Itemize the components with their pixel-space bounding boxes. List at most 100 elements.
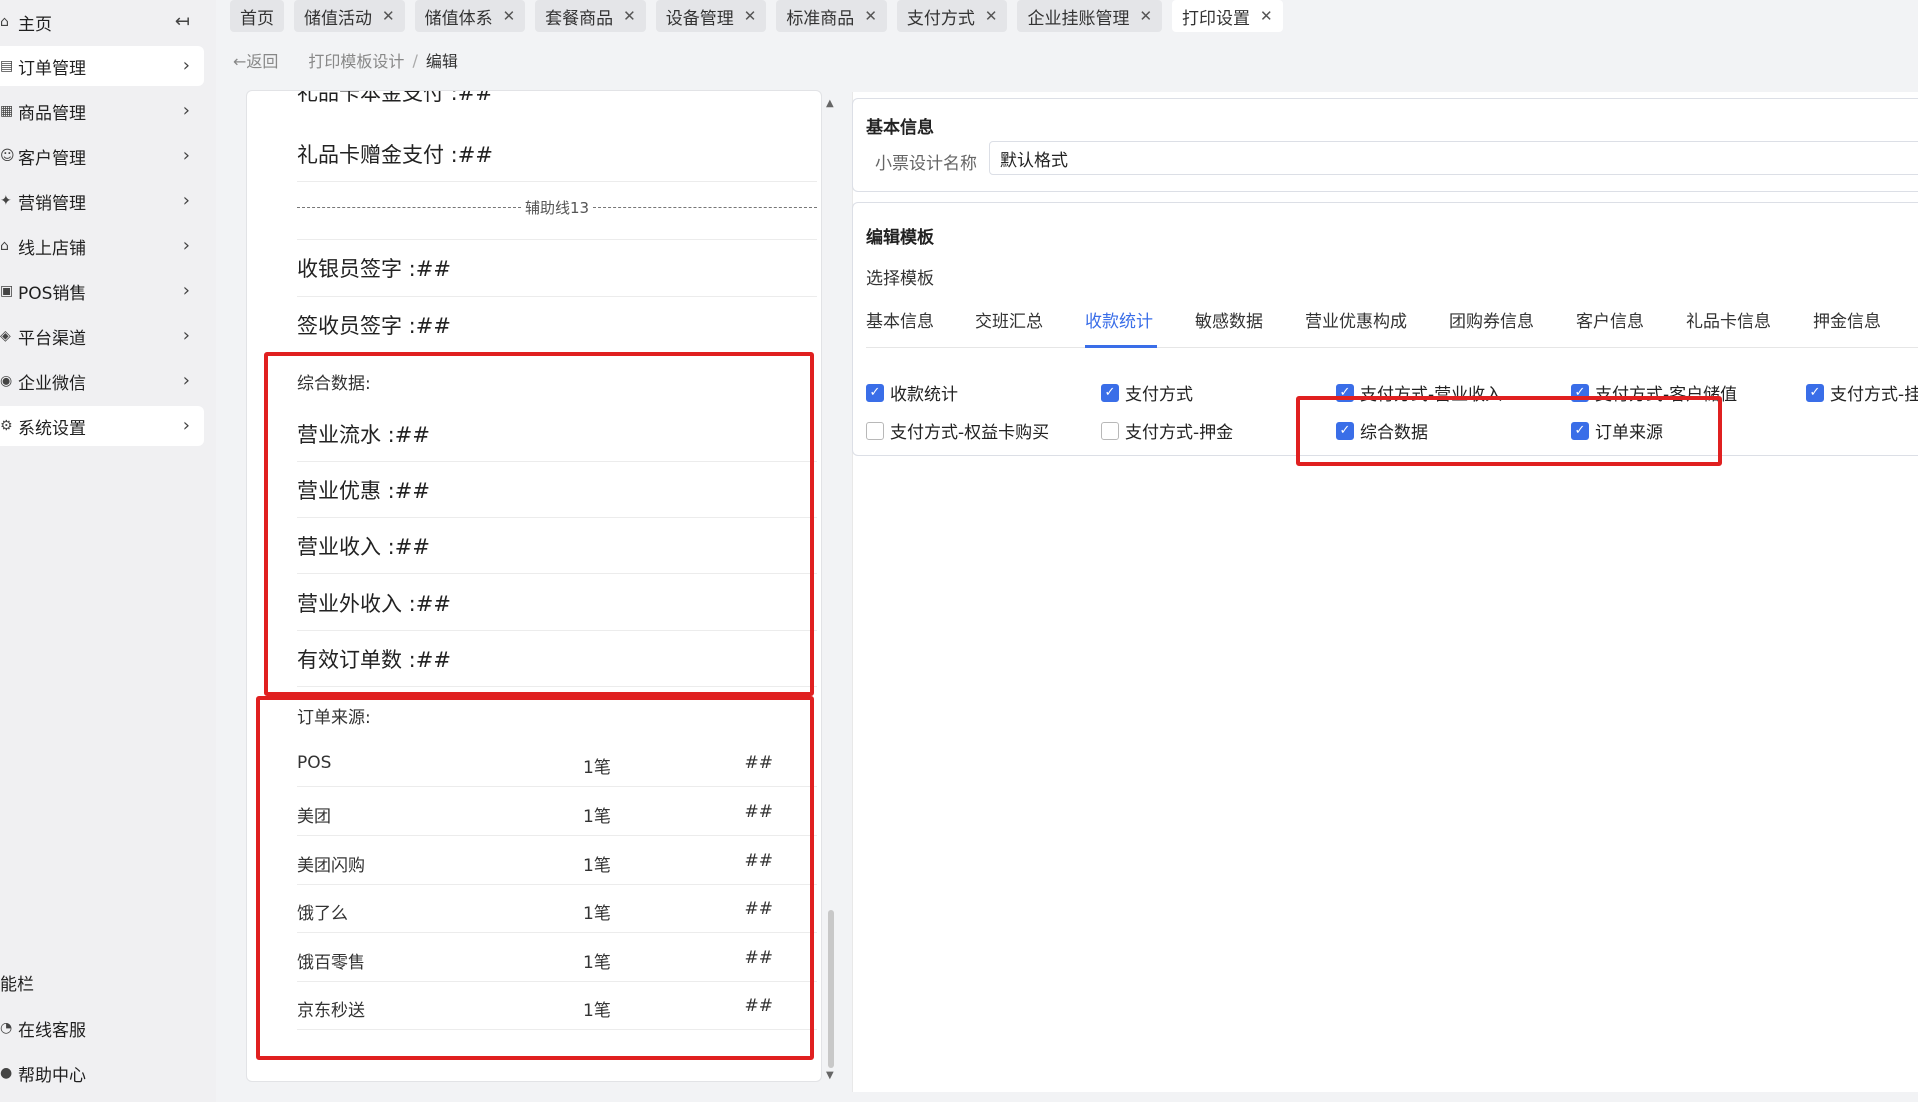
tab-print-settings[interactable]: 打印设置 ✕ xyxy=(1172,0,1283,32)
tab-label: 储值体系 xyxy=(424,8,493,29)
tab-stored-value-system[interactable]: 储值体系 ✕ xyxy=(414,0,526,32)
headset-icon: ◔ xyxy=(0,1020,13,1036)
tabs-divider xyxy=(866,347,1918,348)
sidebar-item-online-service[interactable]: ◔ 在线客服 xyxy=(0,1008,204,1048)
checkbox-payment-method[interactable]: ✓ 支付方式 xyxy=(1101,380,1193,405)
highlight-box-checkboxes xyxy=(1296,396,1722,466)
tab-device-management[interactable]: 设备管理 ✕ xyxy=(655,0,767,32)
template-tab-basic[interactable]: 基本信息 xyxy=(866,307,934,332)
close-icon[interactable]: ✕ xyxy=(864,7,877,25)
tab-label: 储值活动 xyxy=(304,8,372,29)
template-tab-groupon[interactable]: 团购券信息 xyxy=(1449,307,1534,332)
sidebar-item-label: 线上店铺 xyxy=(18,238,86,259)
platform-icon: ◈ xyxy=(0,328,11,344)
close-icon[interactable]: ✕ xyxy=(744,7,757,25)
template-tab-shift[interactable]: 交班汇总 xyxy=(975,307,1043,332)
tab-label: 支付方式 xyxy=(906,8,975,29)
breadcrumb-current: 编辑 xyxy=(425,52,458,71)
sidebar-item-online-store[interactable]: ⌂ 线上店铺 › xyxy=(0,226,204,266)
template-tab-payment-stats[interactable]: 收款统计 xyxy=(1085,307,1153,332)
scroll-down-icon[interactable]: ▼ xyxy=(826,1070,834,1081)
tab-home[interactable]: 首页 xyxy=(230,0,284,32)
receipt-name-input[interactable]: 默认格式 xyxy=(989,141,1918,175)
sidebar-item-orders[interactable]: ▤ 订单管理 › xyxy=(0,46,204,86)
sidebar-item-label: 系统设置 xyxy=(18,418,86,439)
tab-combo-goods[interactable]: 套餐商品 ✕ xyxy=(535,0,646,32)
sidebar-item-label: 在线客服 xyxy=(18,1020,86,1041)
breadcrumb-link[interactable]: 打印模板设计 xyxy=(308,48,404,72)
store-icon: ⌂ xyxy=(0,238,9,254)
divider xyxy=(297,239,817,240)
breadcrumb: ←返回 打印模板设计 / 编辑 xyxy=(233,48,458,72)
checkbox-empty-icon xyxy=(1101,421,1119,440)
preview-scrollbar[interactable]: ▲ ▼ xyxy=(826,98,834,1081)
sidebar-item-help[interactable]: ● 帮助中心 xyxy=(0,1053,204,1093)
sidebar-item-platform[interactable]: ◈ 平台渠道 › xyxy=(0,316,204,356)
close-icon[interactable]: ✕ xyxy=(503,7,516,25)
close-icon[interactable]: ✕ xyxy=(1139,7,1152,25)
checkbox-payment-membership-card[interactable]: 支付方式-权益卡购买 xyxy=(866,418,1049,443)
settings-icon: ⚙ xyxy=(0,418,13,434)
tab-stored-value-activity[interactable]: 储值活动 ✕ xyxy=(294,0,405,32)
template-tab-deposit[interactable]: 押金信息 xyxy=(1813,307,1881,332)
sidebar-item-home[interactable]: ⌂ 主页 ↤ xyxy=(0,2,204,42)
edit-template-title: 编辑模板 xyxy=(866,228,934,248)
tab-label: 首页 xyxy=(240,8,274,29)
tab-label: 套餐商品 xyxy=(545,8,614,29)
check-icon: ✓ xyxy=(1101,383,1119,402)
receipt-line: 收银员签字 :## xyxy=(297,257,451,281)
sidebar-item-customers[interactable]: ☺ 客户管理 › xyxy=(0,136,204,176)
checkbox-empty-icon xyxy=(866,421,884,440)
scrollbar-thumb[interactable] xyxy=(828,910,834,1068)
sidebar-item-goods[interactable]: ▦ 商品管理 › xyxy=(0,91,204,131)
divider xyxy=(297,181,817,182)
sidebar-item-settings[interactable]: ⚙ 系统设置 › xyxy=(0,406,204,446)
template-tab-sensitive[interactable]: 敏感数据 xyxy=(1195,307,1263,332)
sidebar-item-label: 订单管理 xyxy=(18,58,86,79)
scroll-up-icon[interactable]: ▲ xyxy=(826,98,834,109)
home-icon: ⌂ xyxy=(0,14,9,30)
chevron-right-icon: › xyxy=(182,190,190,211)
aux-line: 辅助线13 xyxy=(297,197,817,218)
sidebar-item-pos[interactable]: ▣ POS销售 › xyxy=(0,271,204,311)
close-icon[interactable]: ✕ xyxy=(382,7,395,25)
receipt-line: 签收员签字 :## xyxy=(297,314,451,338)
checkbox-payment-stats[interactable]: ✓ 收款统计 xyxy=(866,380,958,405)
template-tab-discount[interactable]: 营业优惠构成 xyxy=(1305,307,1407,332)
sidebar-item-wecom[interactable]: ◉ 企业微信 › xyxy=(0,361,204,401)
customer-icon: ☺ xyxy=(0,148,15,164)
tab-enterprise-credit[interactable]: 企业挂账管理 ✕ xyxy=(1017,0,1163,32)
collapse-sidebar-icon[interactable]: ↤ xyxy=(175,11,190,32)
checkbox-label: 支付方式-押金 xyxy=(1125,423,1234,443)
sidebar-item-label: 商品管理 xyxy=(18,103,86,124)
tab-payment-methods[interactable]: 支付方式 ✕ xyxy=(896,0,1008,32)
divider xyxy=(297,296,817,297)
active-tab-indicator xyxy=(1085,345,1157,348)
receipt-line: 礼品卡本金支付 :## xyxy=(297,90,493,105)
close-icon[interactable]: ✕ xyxy=(985,7,998,25)
marketing-icon: ✦ xyxy=(0,193,12,209)
tab-label: 设备管理 xyxy=(665,8,734,29)
help-icon: ● xyxy=(0,1065,13,1081)
receipt-line: 礼品卡赠金支付 :## xyxy=(297,143,493,167)
sidebar-item-marketing[interactable]: ✦ 营销管理 › xyxy=(0,181,204,221)
chevron-right-icon: › xyxy=(182,370,190,391)
sidebar: ⌂ 主页 ↤ ▤ 订单管理 › ▦ 商品管理 › ☺ 客户管理 › ✦ 营销管理… xyxy=(0,0,216,1102)
tab-label: 标准商品 xyxy=(786,8,855,29)
check-icon: ✓ xyxy=(1806,383,1824,402)
sidebar-item-label: 客户管理 xyxy=(18,148,86,169)
tab-label: 打印设置 xyxy=(1182,8,1251,29)
chevron-right-icon: › xyxy=(182,55,190,76)
template-tab-customer[interactable]: 客户信息 xyxy=(1576,307,1644,332)
chevron-right-icon: › xyxy=(182,235,190,256)
wecom-icon: ◉ xyxy=(0,373,13,389)
back-button[interactable]: ←返回 xyxy=(233,48,278,72)
checkbox-payment-credit[interactable]: ✓ 支付方式-挂 xyxy=(1806,380,1918,405)
template-tab-giftcard[interactable]: 礼品卡信息 xyxy=(1686,307,1771,332)
tab-standard-goods[interactable]: 标准商品 ✕ xyxy=(776,0,887,32)
checkbox-payment-deposit[interactable]: 支付方式-押金 xyxy=(1101,418,1233,443)
close-icon[interactable]: ✕ xyxy=(1260,7,1273,25)
close-icon[interactable]: ✕ xyxy=(623,7,636,25)
highlight-box-order-source xyxy=(256,696,814,1060)
tab-label: 企业挂账管理 xyxy=(1027,8,1130,29)
